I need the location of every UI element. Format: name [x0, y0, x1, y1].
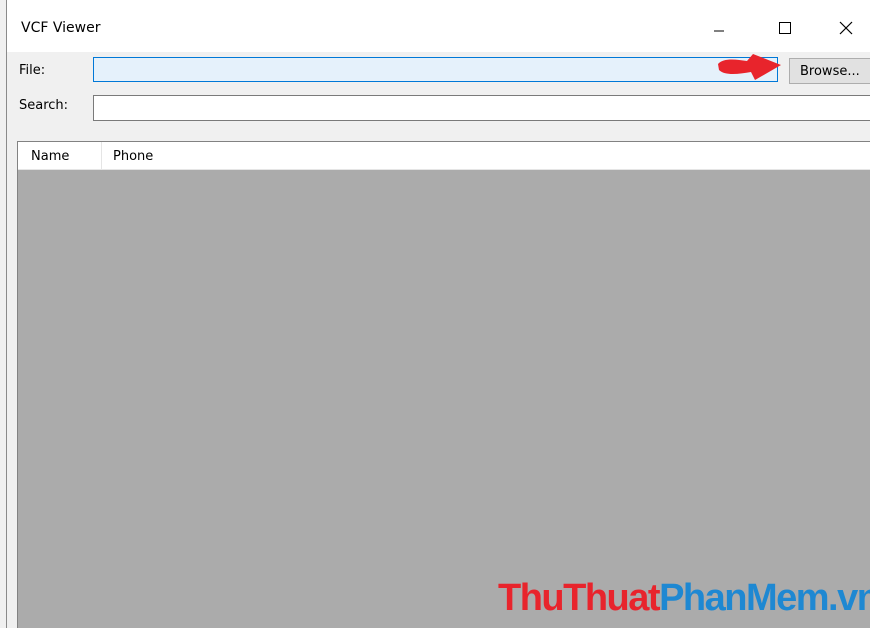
- maximize-button[interactable]: [762, 8, 808, 48]
- close-icon: [839, 21, 853, 35]
- minimize-icon: [714, 30, 724, 32]
- window-title: VCF Viewer: [21, 20, 101, 36]
- watermark-logo: ThuThuatPhanMem.vn: [498, 577, 870, 619]
- list-header: Name Phone: [18, 142, 870, 170]
- red-arrow-annotation-icon: [718, 54, 781, 80]
- contacts-list[interactable]: Name Phone: [17, 141, 870, 628]
- search-input[interactable]: [93, 95, 870, 121]
- maximize-icon: [779, 22, 791, 34]
- title-bar[interactable]: VCF Viewer: [7, 0, 870, 52]
- svg-text:ThuThuatPhanMem.vn: ThuThuatPhanMem.vn: [498, 577, 870, 619]
- watermark-part-1: ThuThuat: [498, 577, 661, 619]
- watermark-part-3: .vn: [828, 577, 870, 619]
- column-header-name[interactable]: Name: [18, 142, 102, 169]
- column-header-phone[interactable]: Phone: [102, 142, 402, 169]
- file-path-input[interactable]: [93, 57, 778, 82]
- file-label: File:: [19, 63, 46, 78]
- minimize-button[interactable]: [696, 8, 742, 48]
- search-label: Search:: [19, 98, 69, 113]
- app-window: VCF Viewer File: Browse... Search: Name …: [6, 0, 870, 628]
- watermark-part-2: PhanMem: [659, 577, 828, 619]
- browse-button[interactable]: Browse...: [789, 58, 870, 84]
- close-button[interactable]: [823, 8, 869, 48]
